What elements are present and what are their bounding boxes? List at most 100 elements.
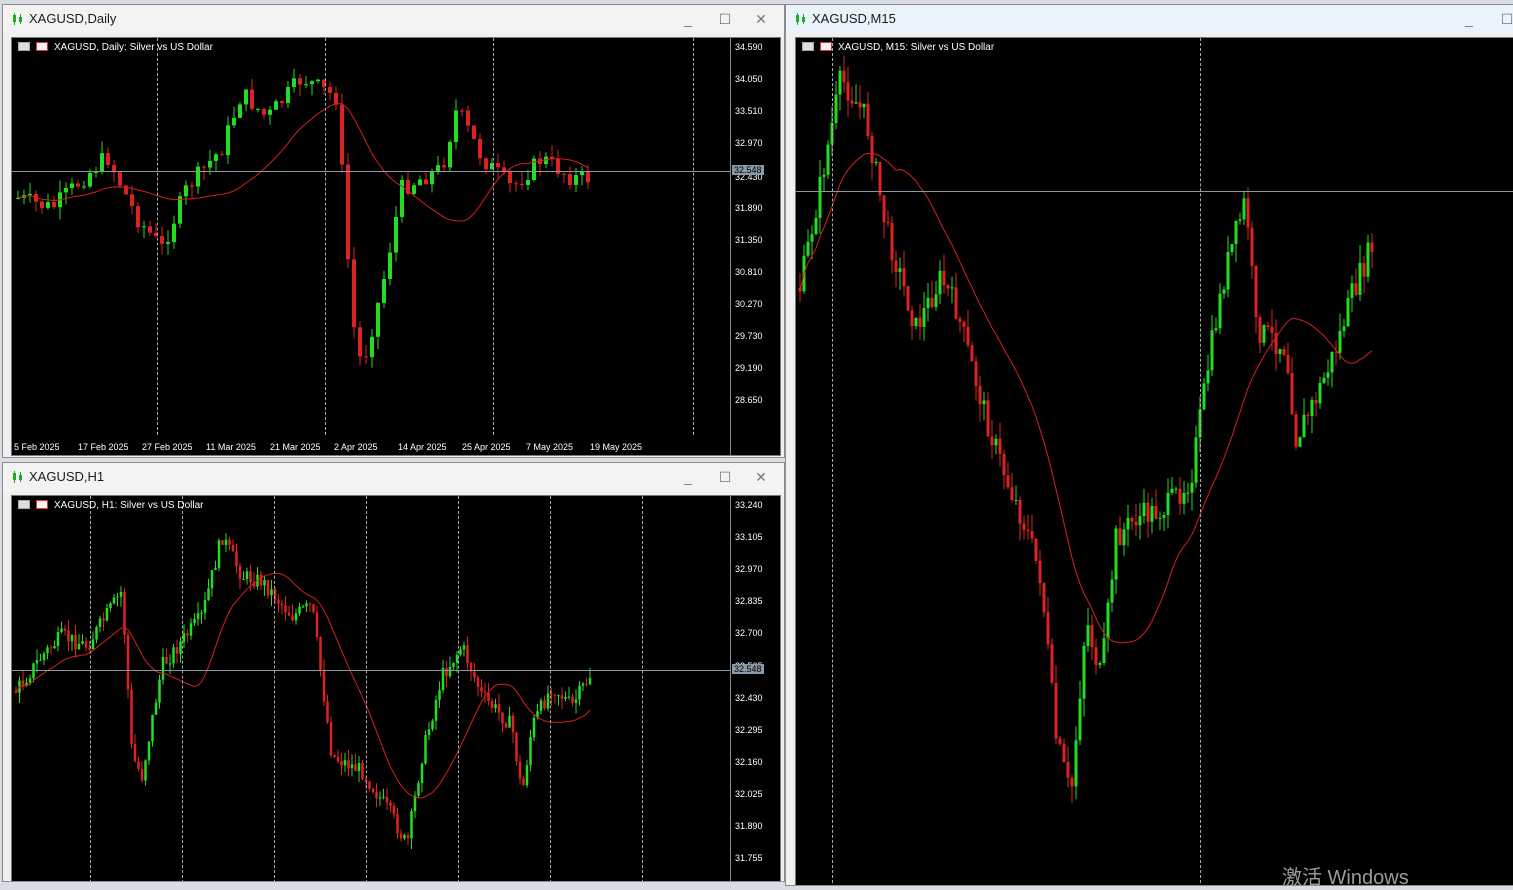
candle-body xyxy=(102,618,105,621)
candle-body xyxy=(190,185,194,187)
maximize-button[interactable]: ☐ xyxy=(712,9,738,29)
candle-body xyxy=(207,588,210,600)
list-icon xyxy=(18,42,30,51)
candle-body xyxy=(448,666,452,677)
candle-body xyxy=(203,599,207,613)
close-button[interactable]: ✕ xyxy=(748,9,774,29)
candle-body xyxy=(375,792,378,799)
candle-body xyxy=(866,103,870,137)
close-button[interactable]: ✕ xyxy=(748,467,774,487)
candle-body xyxy=(189,623,193,636)
candle-body xyxy=(88,172,92,187)
axis-tick: 31.755 xyxy=(735,853,763,863)
candle-body xyxy=(376,302,380,337)
candle-body xyxy=(280,101,284,104)
maximize-button[interactable]: ☐ xyxy=(1494,9,1513,29)
m15-titlebar[interactable]: XAGUSD,M15 _ ☐ xyxy=(786,5,1513,33)
candle-body xyxy=(228,539,231,545)
candle-body xyxy=(1342,326,1346,332)
axis-tick: 33.510 xyxy=(735,106,763,116)
candle-body xyxy=(21,680,25,686)
daily-chart-window[interactable]: XAGUSD,Daily _ ☐ ✕ XAGUSD, Daily: Silver… xyxy=(2,4,785,458)
candle-body xyxy=(315,612,319,638)
candle-body xyxy=(546,693,550,709)
candle-body xyxy=(818,176,822,218)
candle-body xyxy=(588,678,592,685)
h1-titlebar[interactable]: XAGUSD,H1 _ ☐ ✕ xyxy=(3,463,784,491)
activation-watermark: 激活 Windows xyxy=(1282,867,1409,889)
candle-body xyxy=(472,125,476,139)
candle-body xyxy=(304,84,308,86)
candle-body xyxy=(259,574,263,586)
m15-chart-window[interactable]: XAGUSD,M15 _ ☐ XAGUSD, M15: Silver vs US… xyxy=(785,4,1513,886)
candle-body xyxy=(529,737,532,766)
candle-body xyxy=(484,158,488,170)
candle-body xyxy=(399,833,403,839)
candle-body xyxy=(1246,198,1250,228)
candle-body xyxy=(854,102,858,104)
minimize-button[interactable]: _ xyxy=(675,467,701,487)
candle-body xyxy=(95,626,98,640)
candle-body xyxy=(898,268,902,272)
candle-body xyxy=(846,82,850,101)
candle-body xyxy=(406,834,410,839)
candle-body xyxy=(1122,529,1126,546)
candle-body xyxy=(1266,325,1270,327)
candle-body xyxy=(340,761,343,766)
axis-tick: 32.295 xyxy=(735,725,763,735)
candle-body xyxy=(184,185,188,197)
daily-titlebar[interactable]: XAGUSD,Daily _ ☐ ✕ xyxy=(3,5,784,33)
candle-body xyxy=(165,657,168,664)
candle-body xyxy=(280,603,284,606)
candle-body xyxy=(532,717,536,738)
candle-body xyxy=(1230,244,1234,252)
m15-chart-area[interactable]: XAGUSD, M15: Silver vs US Dollar xyxy=(795,37,1513,885)
minimize-button[interactable]: _ xyxy=(675,9,701,29)
date-label: 19 May 2025 xyxy=(590,442,643,452)
candle-body xyxy=(60,628,63,633)
candle-body xyxy=(242,579,245,581)
candle-body xyxy=(564,697,567,699)
h1-chart-window[interactable]: XAGUSD,H1 _ ☐ ✕ XAGUSD, H1: Silver vs US… xyxy=(2,462,785,882)
candle-body xyxy=(312,604,315,613)
candle-body xyxy=(560,695,564,699)
period-separator xyxy=(274,496,275,881)
candle-body xyxy=(1014,499,1018,501)
candlestick-icon xyxy=(13,13,22,25)
candle-body xyxy=(1070,777,1074,787)
chart-icon xyxy=(820,42,832,51)
symbol-label: XAGUSD, H1: Silver vs US Dollar xyxy=(18,500,203,511)
candle-body xyxy=(1350,283,1354,298)
candle-body xyxy=(1058,738,1062,744)
h1-chart-area[interactable]: XAGUSD, H1: Silver vs US Dollar 33.240 3… xyxy=(11,495,781,881)
candle-body xyxy=(1250,227,1254,266)
minimize-button[interactable]: _ xyxy=(1456,9,1482,29)
candle-body xyxy=(178,196,182,224)
daily-chart-area[interactable]: XAGUSD, Daily: Silver vs US Dollar 34.59… xyxy=(11,37,781,456)
candle-body xyxy=(352,259,356,328)
candle-body xyxy=(70,183,74,188)
candle-body xyxy=(430,171,434,185)
candle-body xyxy=(1314,400,1318,404)
candle-body xyxy=(238,566,242,580)
candle-body xyxy=(1062,743,1066,762)
h1-candles xyxy=(14,533,592,849)
candle-body xyxy=(424,735,427,764)
candle-body xyxy=(1226,251,1230,290)
candle-body xyxy=(106,153,110,165)
candle-body xyxy=(396,813,399,834)
candle-body xyxy=(1242,198,1246,220)
candle-body xyxy=(316,79,320,82)
candle-body xyxy=(998,438,1002,454)
candle-body xyxy=(1286,354,1290,373)
candle-body xyxy=(262,108,266,115)
candle-body xyxy=(874,161,878,164)
candle-body xyxy=(938,270,942,295)
candle-body xyxy=(1130,517,1134,522)
candle-body xyxy=(508,171,512,184)
candle-body xyxy=(413,795,417,812)
maximize-button[interactable]: ☐ xyxy=(712,467,738,487)
candle-body xyxy=(410,811,413,839)
candle-body xyxy=(557,695,560,697)
candle-body xyxy=(168,663,172,665)
